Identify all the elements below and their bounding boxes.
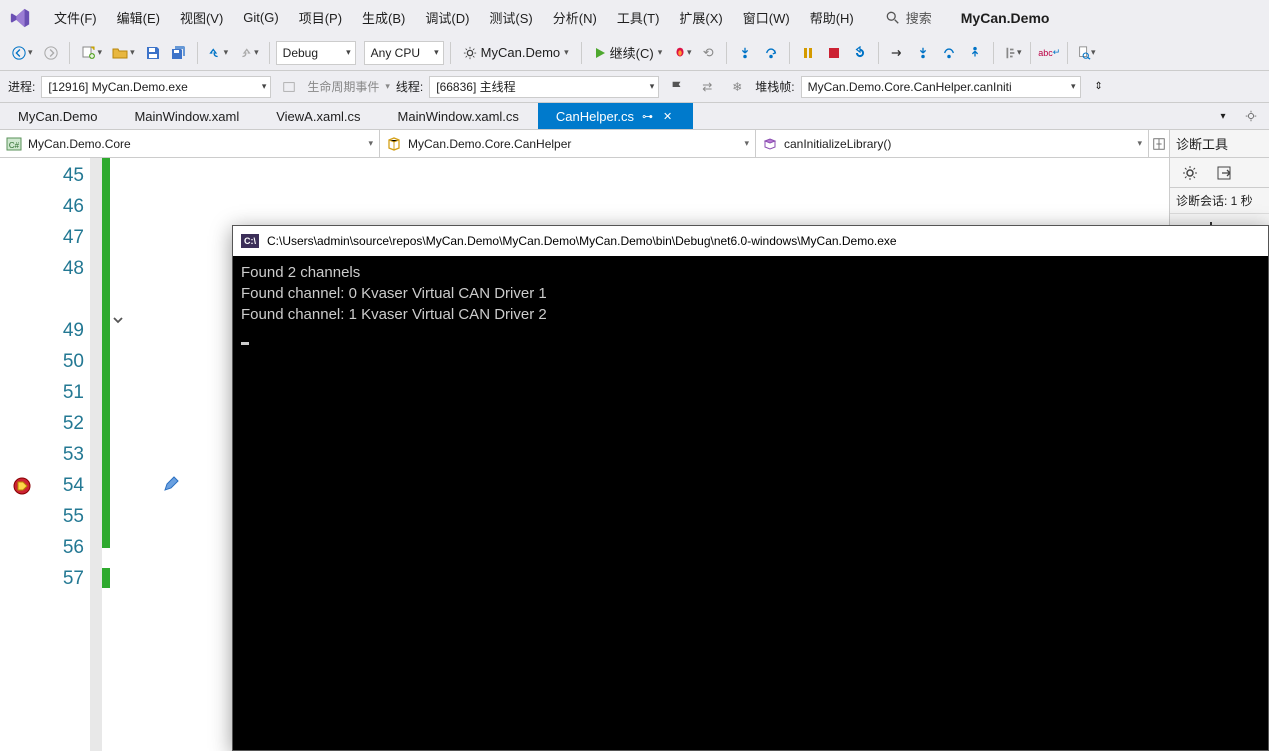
document-tabs: MyCan.Demo MainWindow.xaml ViewA.xaml.cs… (0, 103, 1269, 130)
nav-class-combo[interactable]: MyCan.Demo.Core.CanHelper (380, 130, 756, 157)
thread-combo[interactable]: [66836] 主线程 (429, 76, 659, 98)
intellisense-button[interactable]: ▾ (1000, 41, 1024, 65)
play-icon (594, 47, 606, 59)
pin-icon[interactable]: ⊶ (640, 110, 655, 123)
find-abc-button[interactable]: abc↵ (1037, 41, 1061, 65)
tabs-dropdown-icon[interactable]: ▾ (1211, 104, 1235, 128)
console-titlebar[interactable]: C:\ C:\Users\admin\source\repos\MyCan.De… (233, 226, 1268, 256)
menu-view[interactable]: 视图(V) (172, 4, 231, 31)
nav-project-combo[interactable]: C# MyCan.Demo.Core (0, 130, 380, 157)
stack-combo[interactable]: MyCan.Demo.Core.CanHelper.canIniti (801, 76, 1081, 98)
console-window[interactable]: C:\ C:\Users\admin\source\repos\MyCan.De… (232, 225, 1269, 751)
vs-logo-icon (8, 6, 32, 30)
main-toolbar: ▾ ▾ ▾ ▾ ▾ Debug Any CPU MyCan.Demo ▾ 继续(… (0, 35, 1269, 71)
forward-button[interactable] (39, 41, 63, 65)
breakpoint-arrow-icon[interactable] (12, 476, 32, 496)
edit-marker-icon (162, 475, 180, 493)
search-label: 搜索 (906, 8, 932, 27)
menu-help[interactable]: 帮助(H) (802, 4, 862, 31)
pause-button[interactable] (796, 41, 820, 65)
config-combo[interactable]: Debug (276, 41, 356, 65)
line-numbers: 45 46 47 48 49 50 51 52 53 54 55 56 57 (48, 158, 90, 751)
flag-icon[interactable] (665, 75, 689, 99)
menu-debug[interactable]: 调试(D) (417, 4, 477, 31)
lifecycle-icon[interactable] (277, 75, 301, 99)
class-icon (386, 136, 402, 152)
diagnostic-title: 诊断工具 (1176, 134, 1228, 153)
expand-icon[interactable] (1212, 161, 1236, 185)
process-label: 进程: (8, 78, 35, 95)
tab-mainwindow-cs[interactable]: MainWindow.xaml.cs (380, 103, 538, 129)
menu-window[interactable]: 窗口(W) (735, 4, 798, 31)
open-button[interactable]: ▾ (108, 45, 139, 61)
save-button[interactable] (141, 41, 165, 65)
step-into2-button[interactable] (911, 41, 935, 65)
tab-mainwindow-xaml[interactable]: MainWindow.xaml (116, 103, 258, 129)
csproj-icon: C# (6, 136, 22, 152)
menu-tools[interactable]: 工具(T) (609, 4, 668, 31)
step-into-icon[interactable] (733, 41, 757, 65)
chevron-down-icon[interactable] (111, 313, 125, 327)
run-target-button[interactable]: MyCan.Demo ▾ (457, 41, 575, 65)
search-icon (886, 11, 900, 25)
menu-file[interactable]: 文件(F) (46, 4, 105, 31)
tab-mycan-demo[interactable]: MyCan.Demo (0, 103, 116, 129)
session-label: 诊断会话: 1 秒 (1170, 188, 1269, 214)
menu-build[interactable]: 生成(B) (354, 4, 413, 31)
process-combo[interactable]: [12916] MyCan.Demo.exe (41, 76, 271, 98)
menu-analyze[interactable]: 分析(N) (545, 4, 605, 31)
nav-row: C# MyCan.Demo.Core MyCan.Demo.Core.CanHe… (0, 130, 1169, 158)
menu-git[interactable]: Git(G) (235, 6, 286, 29)
lifecycle-label: 生命周期事件 (307, 78, 379, 95)
split-editor-icon[interactable] (1149, 137, 1169, 151)
save-all-button[interactable] (167, 41, 191, 65)
menu-project[interactable]: 项目(P) (291, 4, 350, 31)
tabs-settings-icon[interactable] (1239, 104, 1263, 128)
step-over-icon[interactable] (759, 41, 783, 65)
cmd-icon: C:\ (241, 234, 259, 248)
nav-member-combo[interactable]: canInitializeLibrary() (756, 130, 1149, 157)
app-title: MyCan.Demo (961, 10, 1050, 26)
search-box[interactable]: 搜索 (886, 8, 932, 27)
hot-reload-button[interactable]: ▾ (670, 41, 694, 65)
new-button[interactable]: ▾ (76, 45, 107, 61)
debug-toolbar: 进程: [12916] MyCan.Demo.exe 生命周期事件 ▾ 线程: … (0, 71, 1269, 103)
thread-label: 线程: (396, 78, 423, 95)
menu-test[interactable]: 测试(S) (481, 4, 540, 31)
stack-customize-icon[interactable]: ⇕ (1087, 75, 1111, 99)
continue-label: 继续(C) (610, 43, 654, 62)
restart-button[interactable] (848, 41, 872, 65)
redo-button[interactable]: ▾ (234, 46, 263, 60)
cursor-icon (241, 342, 249, 345)
menu-bar: 文件(F) 编辑(E) 视图(V) Git(G) 项目(P) 生成(B) 调试(… (0, 0, 1269, 35)
step-out-button[interactable] (963, 41, 987, 65)
freeze-icon[interactable]: ❄ (725, 75, 749, 99)
method-icon (762, 136, 778, 152)
menu-ext[interactable]: 扩展(X) (671, 4, 730, 31)
console-output: Found 2 channels Found channel: 0 Kvaser… (233, 256, 1268, 351)
run-target-label: MyCan.Demo (481, 45, 560, 60)
menu-edit[interactable]: 编辑(E) (109, 4, 168, 31)
stop-button[interactable] (822, 41, 846, 65)
platform-combo[interactable]: Any CPU (364, 41, 444, 65)
thread-toggle-icon[interactable]: ⇄ (695, 75, 719, 99)
stack-label: 堆栈帧: (755, 78, 794, 95)
step-over2-button[interactable] (937, 41, 961, 65)
console-title-text: C:\Users\admin\source\repos\MyCan.Demo\M… (267, 234, 897, 248)
continue-button[interactable]: 继续(C) ▾ (588, 41, 669, 65)
stop-edit-button[interactable]: ⟲ (696, 41, 720, 65)
tab-viewa[interactable]: ViewA.xaml.cs (258, 103, 379, 129)
glyph-margin[interactable] (0, 158, 48, 751)
close-icon[interactable]: ✕ (661, 110, 674, 123)
back-button[interactable]: ▾ (8, 46, 37, 60)
tab-canhelper[interactable]: CanHelper.cs ⊶ ✕ (538, 103, 693, 129)
fold-column[interactable] (110, 158, 126, 751)
show-next-button[interactable] (885, 41, 909, 65)
settings-icon[interactable] (1178, 161, 1202, 185)
undo-button[interactable]: ▾ (204, 46, 233, 60)
diagnostic-header: 诊断工具 (1169, 130, 1269, 158)
svg-text:C#: C# (9, 141, 20, 150)
gear-icon (463, 46, 477, 60)
find-file-button[interactable]: ▾ (1074, 41, 1098, 65)
